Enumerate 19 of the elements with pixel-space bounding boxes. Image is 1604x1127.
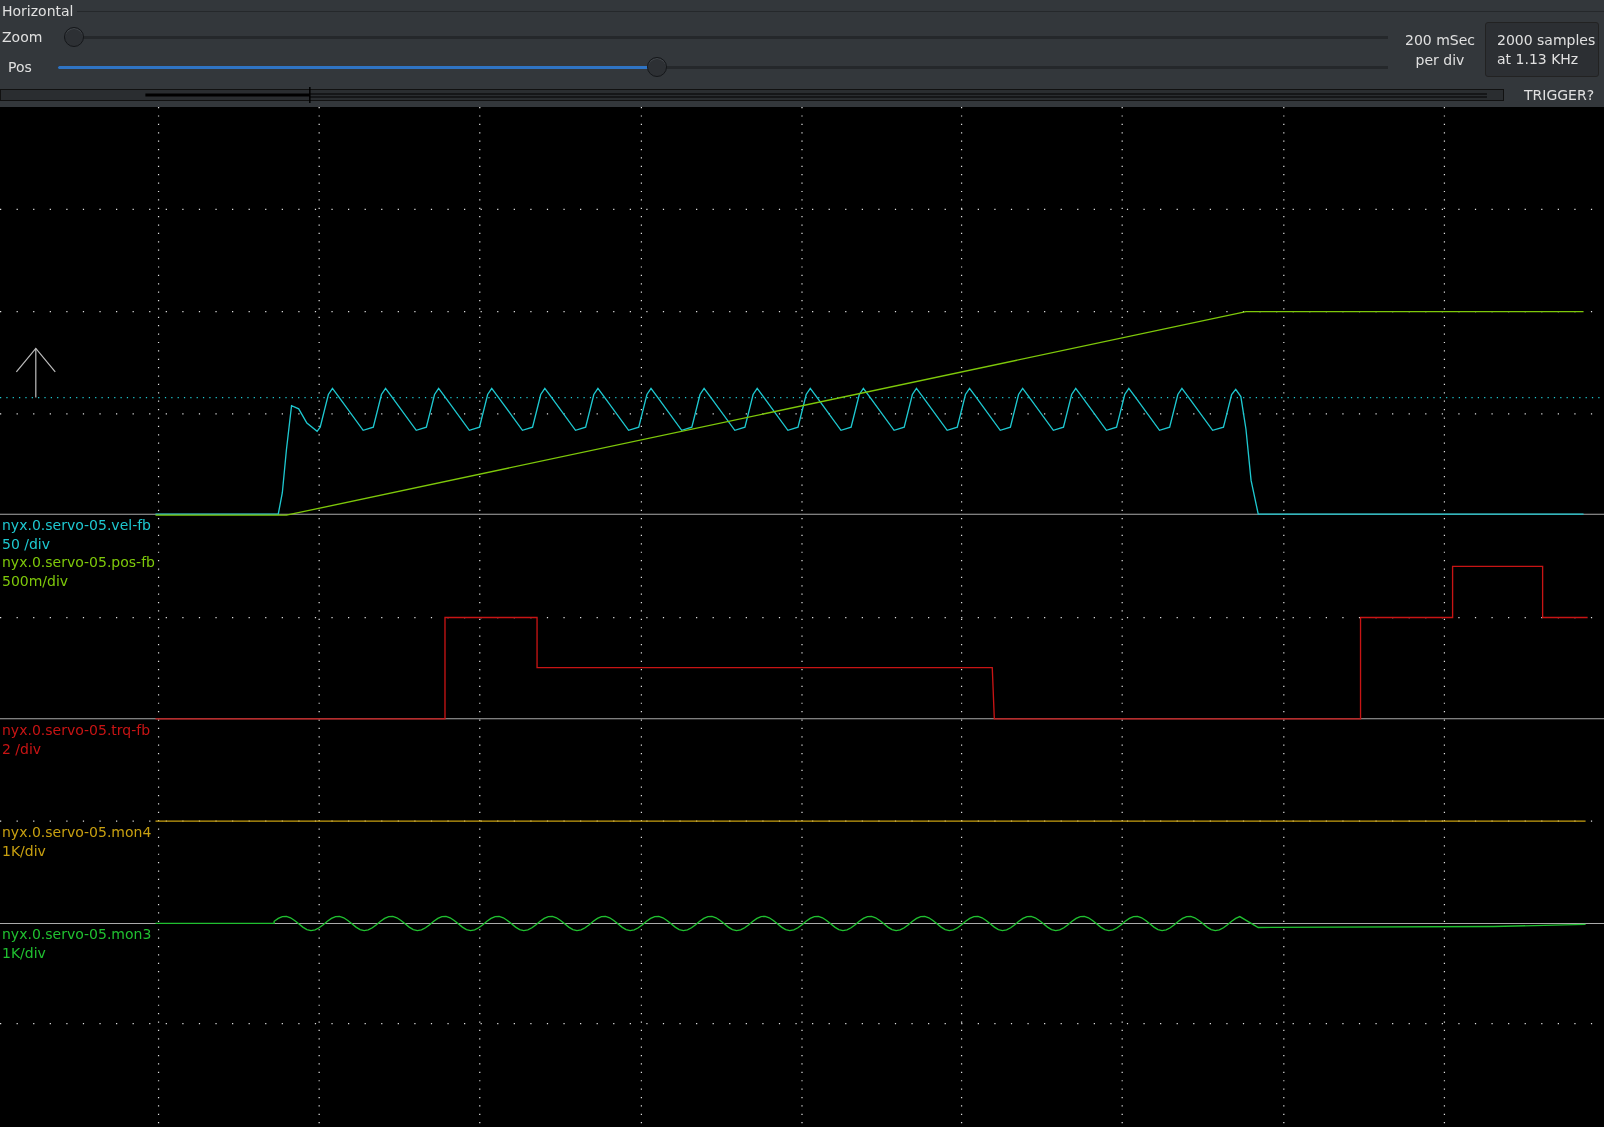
zoom-label: Zoom [1,29,44,45]
samples-button[interactable]: 2000 samples at 1.13 KHz [1485,22,1599,77]
channel-name[interactable]: nyx.0.servo-05.vel-fb [2,516,151,536]
record-overview-drawing[interactable] [0,87,1504,103]
channel-name[interactable]: nyx.0.servo-05.mon4 [2,823,152,843]
channel-scale: 2 /div [2,739,42,759]
timebase-label: 200 mSec per div [1405,31,1475,70]
channel-name[interactable]: nyx.0.servo-05.mon3 [2,925,152,945]
pos-label: Pos [7,59,33,75]
channel-scale: 500m/div [2,572,69,591]
channel-name[interactable]: nyx.0.servo-05.trq-fb [2,720,151,740]
section-title: Horizontal [1,3,74,19]
slider-thumb[interactable] [646,57,667,77]
trigger-status: TRIGGER? [1524,87,1595,103]
slider-thumb[interactable] [64,27,84,47]
channel-scale: 1K/div [2,842,46,862]
channel-name[interactable]: nyx.0.servo-05.pos-fb [2,553,155,572]
channel-scale: 1K/div [2,944,46,964]
channel-scale: 50 /div [2,535,51,555]
